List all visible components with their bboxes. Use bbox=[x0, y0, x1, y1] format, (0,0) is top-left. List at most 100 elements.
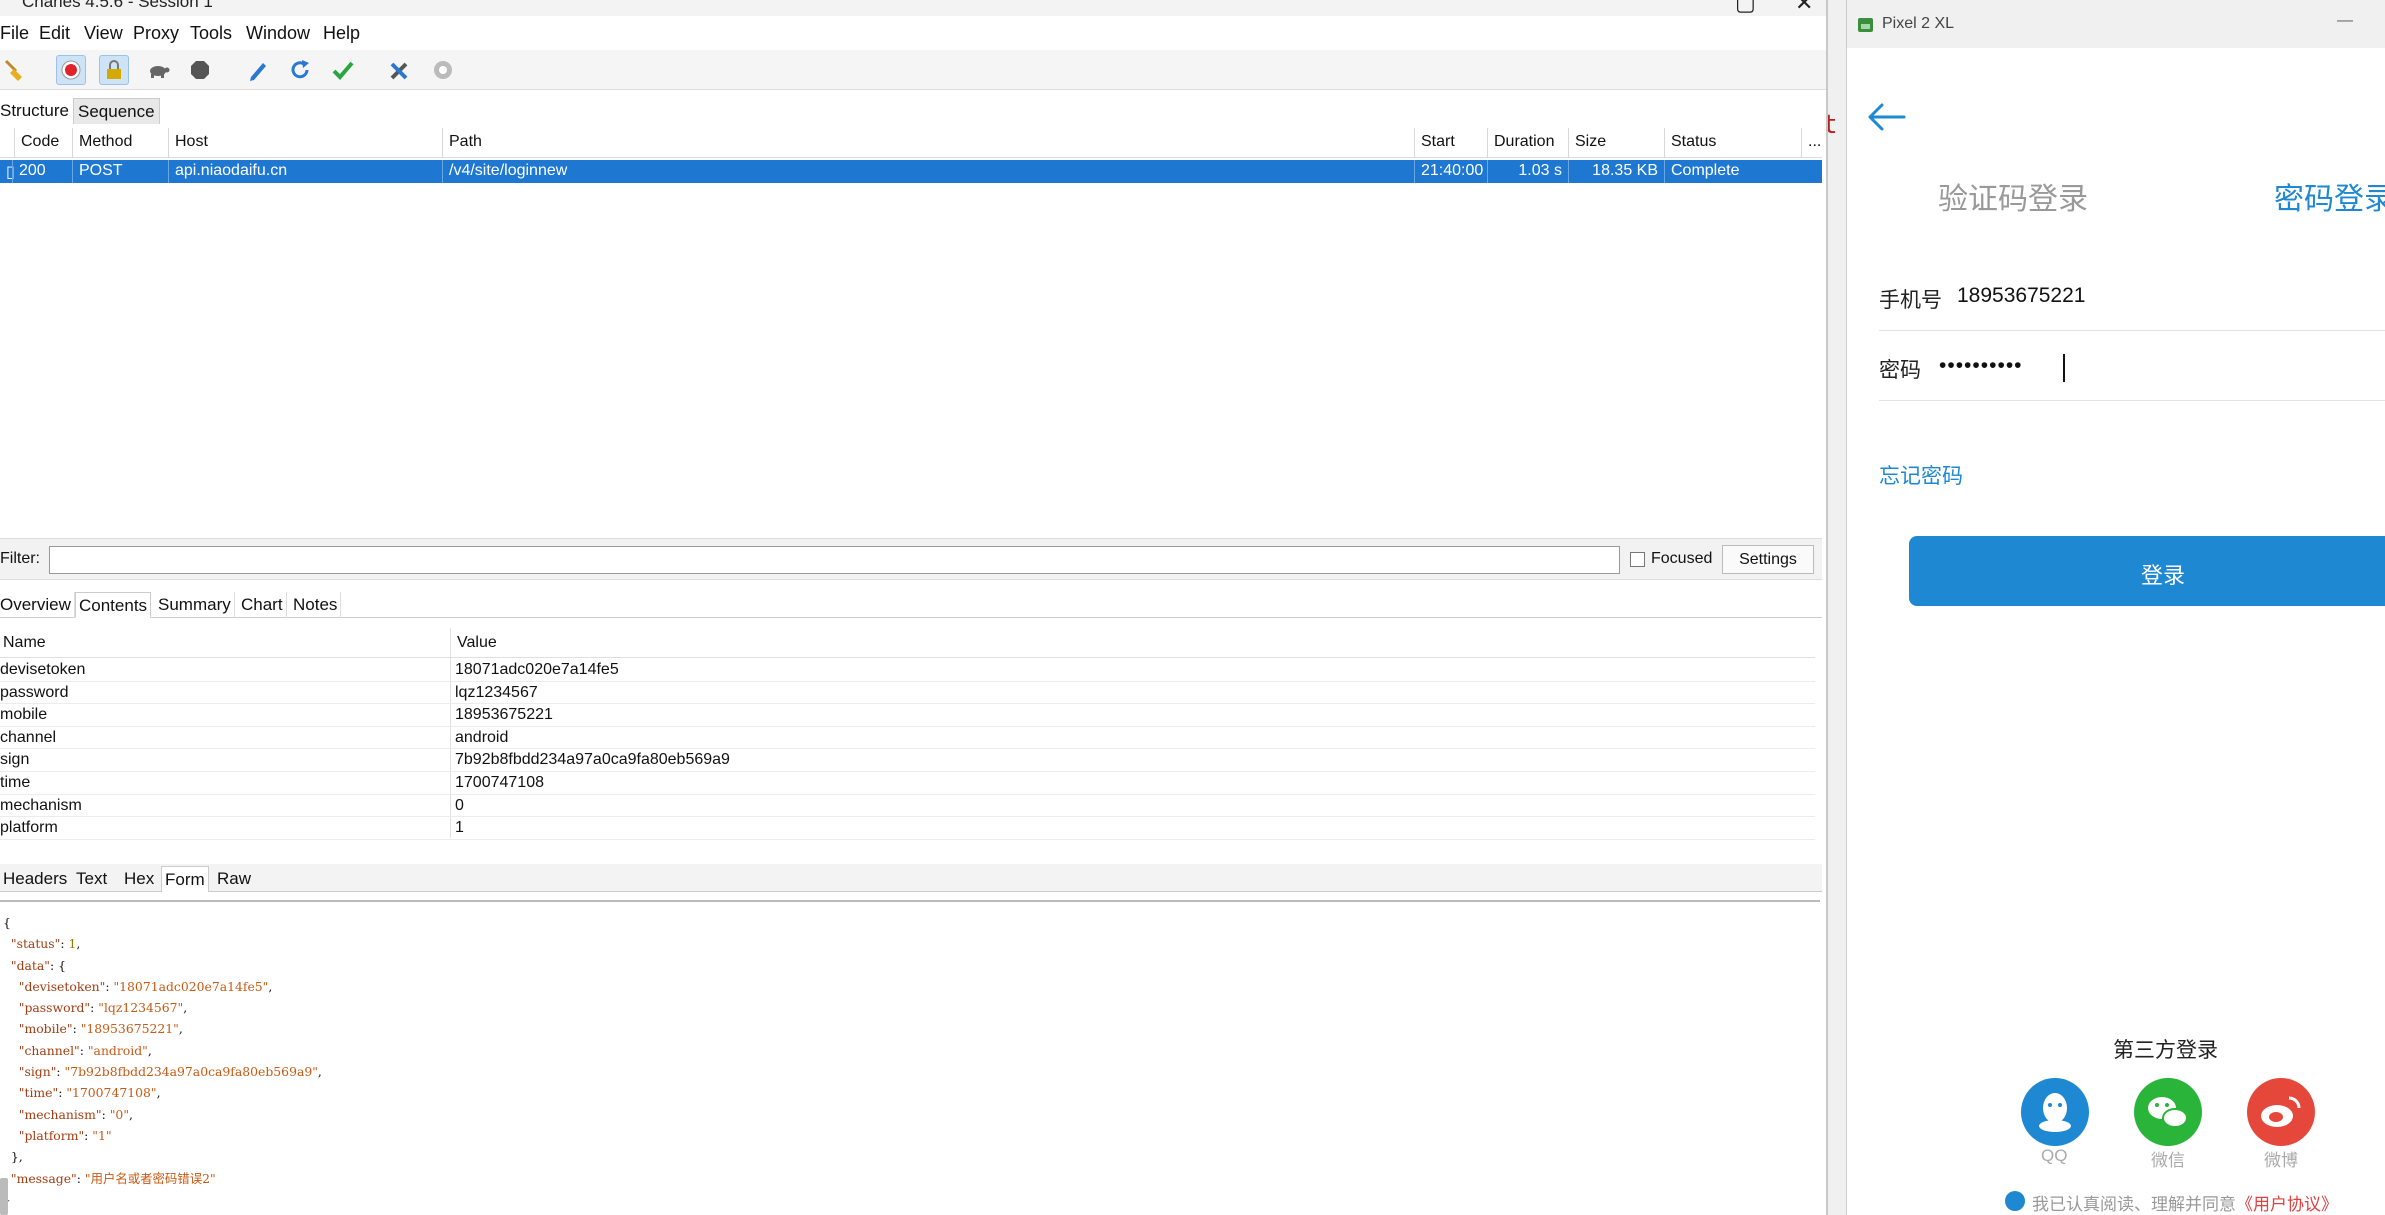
col-host[interactable]: Host bbox=[168, 128, 442, 158]
tab-raw[interactable]: Raw bbox=[214, 866, 254, 892]
json-string: "18953675221" bbox=[80, 1021, 179, 1037]
minimize-icon[interactable]: — bbox=[2337, 12, 2353, 30]
ssl-proxy-lock-icon[interactable] bbox=[99, 55, 129, 85]
compose-pen-icon[interactable] bbox=[243, 55, 273, 85]
menu-view[interactable]: View bbox=[84, 23, 123, 44]
col-name[interactable]: Name bbox=[3, 634, 46, 652]
menu-file[interactable]: File bbox=[0, 23, 29, 44]
cell-method: POST bbox=[72, 160, 168, 183]
param-value: 1 bbox=[455, 819, 464, 837]
cell-size: 18.35 KB bbox=[1568, 160, 1664, 183]
table-row[interactable]: time 1700747108 bbox=[0, 772, 1815, 795]
agreement-prefix: 我已认真阅读、理解并同意 bbox=[2032, 1195, 2236, 1214]
filter-input[interactable] bbox=[49, 546, 1620, 574]
resize-handle[interactable] bbox=[0, 1178, 8, 1215]
param-name: platform bbox=[0, 819, 58, 837]
qq-label: QQ bbox=[2041, 1146, 2068, 1165]
json-key: "data" bbox=[10, 957, 50, 973]
tab-headers[interactable]: Headers bbox=[0, 866, 70, 892]
tab-notes[interactable]: Notes bbox=[290, 592, 342, 618]
col-start[interactable]: Start bbox=[1414, 128, 1487, 158]
title-bar: Charles 4.5.6 - Session 1 ▢ ✕ bbox=[0, 0, 1826, 16]
record-icon[interactable] bbox=[56, 55, 86, 85]
text-caret bbox=[2063, 354, 2065, 382]
focused-checkbox[interactable] bbox=[1630, 552, 1645, 567]
settings-gear-icon[interactable] bbox=[428, 55, 458, 85]
breakpoint-stop-icon[interactable] bbox=[185, 55, 215, 85]
response-json-viewer[interactable]: { "status": 1, "data": { "devisetoken": … bbox=[0, 900, 1820, 1215]
throttle-turtle-icon[interactable] bbox=[143, 55, 173, 85]
agreement-checkbox[interactable] bbox=[2005, 1191, 2025, 1211]
cell-host: api.niaodaifu.cn bbox=[168, 160, 442, 183]
table-row[interactable]: channel android bbox=[0, 727, 1815, 750]
qq-icon[interactable] bbox=[2021, 1078, 2089, 1146]
tab-password-login[interactable]: 密码登录 bbox=[2274, 174, 2385, 218]
charles-window: Charles 4.5.6 - Session 1 ▢ ✕ File Edit … bbox=[0, 0, 1828, 1215]
param-name: mechanism bbox=[0, 796, 82, 814]
weibo-label: 微博 bbox=[2264, 1151, 2298, 1170]
tab-form[interactable]: Form bbox=[161, 866, 209, 892]
col-duration[interactable]: Duration bbox=[1487, 128, 1568, 158]
broom-icon[interactable] bbox=[0, 55, 30, 85]
wechat-icon[interactable] bbox=[2134, 1078, 2202, 1146]
table-row[interactable]: mobile 18953675221 bbox=[0, 704, 1815, 727]
tab-summary[interactable]: Summary bbox=[155, 592, 235, 618]
col-more[interactable]: ... bbox=[1801, 128, 1822, 158]
tab-contents[interactable]: Contents bbox=[75, 592, 152, 618]
phone-label: 手机号 bbox=[1879, 289, 1942, 312]
param-value: 1700747108 bbox=[455, 773, 544, 791]
tab-text[interactable]: Text bbox=[73, 866, 110, 892]
col-value[interactable]: Value bbox=[457, 634, 497, 652]
col-path[interactable]: Path bbox=[442, 128, 1414, 158]
tab-hex[interactable]: Hex bbox=[121, 866, 157, 892]
user-agreement-link[interactable]: 《用户协议》 bbox=[2236, 1195, 2338, 1214]
repeat-refresh-icon[interactable] bbox=[285, 55, 315, 85]
validate-check-icon[interactable] bbox=[328, 55, 358, 85]
menu-window[interactable]: Window bbox=[246, 23, 310, 44]
login-button[interactable]: 登录 bbox=[1909, 536, 2385, 606]
phone-input[interactable]: 18953675221 bbox=[1957, 284, 2085, 308]
param-value: 18953675221 bbox=[455, 706, 553, 724]
param-value: android bbox=[455, 728, 509, 746]
table-row[interactable]: platform 1 bbox=[0, 817, 1815, 840]
menu-edit[interactable]: Edit bbox=[39, 23, 70, 44]
tab-code-login[interactable]: 验证码登录 bbox=[1938, 174, 2088, 218]
col-size[interactable]: Size bbox=[1568, 128, 1664, 158]
table-row[interactable]: sign 7b92b8fbdd234a97a0ca9fa80eb569a9 bbox=[0, 749, 1815, 772]
close-icon[interactable]: ✕ bbox=[1795, 0, 1813, 16]
back-arrow-icon[interactable] bbox=[1866, 102, 1906, 132]
param-value: lqz1234567 bbox=[455, 683, 538, 701]
table-row[interactable]: password lqz1234567 bbox=[0, 682, 1815, 705]
maximize-icon[interactable]: ▢ bbox=[1735, 0, 1756, 16]
table-row[interactable]: devisetoken 18071adc020e7a14fe5 bbox=[0, 659, 1815, 682]
json-string: "用户名或者密码错误2" bbox=[84, 1170, 216, 1186]
divider bbox=[1879, 330, 2385, 331]
weibo-icon[interactable] bbox=[2247, 1078, 2315, 1146]
emulator-title: Pixel 2 XL bbox=[1882, 15, 1955, 32]
cell-start: 21:40:00 bbox=[1414, 160, 1487, 183]
table-row[interactable]: mechanism 0 bbox=[0, 795, 1815, 818]
settings-button[interactable]: Settings bbox=[1722, 545, 1814, 574]
tab-structure[interactable]: Structure bbox=[0, 98, 73, 124]
login-screen: 验证码登录 密码登录 手机号 18953675221 密码 ••••••••••… bbox=[1847, 48, 2385, 1215]
tools-icon[interactable] bbox=[385, 55, 415, 85]
json-string: "1700747108" bbox=[66, 1085, 157, 1101]
menu-help[interactable]: Help bbox=[323, 23, 360, 44]
tab-chart[interactable]: Chart bbox=[238, 592, 287, 618]
menu-tools[interactable]: Tools bbox=[190, 23, 232, 44]
menu-proxy[interactable]: Proxy bbox=[133, 23, 179, 44]
forgot-password-link[interactable]: 忘记密码 bbox=[1879, 460, 1963, 490]
agreement-text: 我已认真阅读、理解并同意《用户协议》 bbox=[2032, 1190, 2338, 1215]
tab-overview[interactable]: Overview bbox=[0, 592, 75, 618]
json-string: "7b92b8fbdd234a97a0ca9fa80eb569a9" bbox=[64, 1064, 318, 1080]
form-table: devisetoken 18071adc020e7a14fe5 password l… bbox=[0, 659, 1815, 840]
toolbar bbox=[0, 50, 1826, 90]
password-input[interactable]: •••••••••• bbox=[1939, 354, 2023, 378]
param-value: 0 bbox=[455, 796, 464, 814]
table-row-selected[interactable]: ▯ 200 POST api.niaodaifu.cn /v4/site/log… bbox=[0, 160, 1822, 183]
tab-sequence[interactable]: Sequence bbox=[73, 98, 160, 124]
json-key: "devisetoken" bbox=[18, 978, 106, 994]
col-method[interactable]: Method bbox=[72, 128, 168, 158]
col-code[interactable]: Code bbox=[14, 128, 69, 158]
col-status[interactable]: Status bbox=[1664, 128, 1801, 158]
